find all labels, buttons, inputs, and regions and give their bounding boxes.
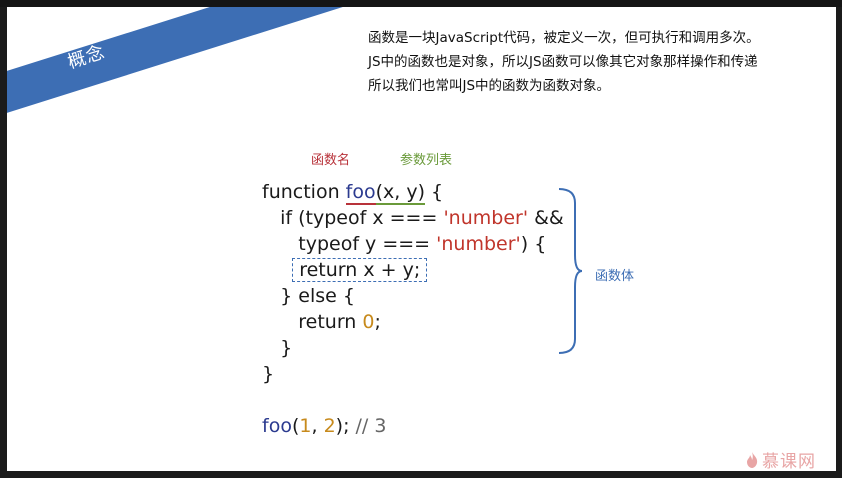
- code-token: } else {: [280, 285, 355, 307]
- code-token: );: [335, 415, 350, 437]
- return-highlight-box: return x + y;: [292, 258, 428, 282]
- code-line: }: [262, 335, 564, 361]
- code-token: ;: [374, 311, 381, 333]
- code-token: {: [425, 181, 444, 203]
- code-token: ,: [311, 415, 324, 437]
- code-line: return 0;: [262, 309, 564, 335]
- function-body-annotation: 函数体: [595, 269, 635, 284]
- function-name-annotation: 函数名: [311, 153, 351, 168]
- watermark-text: 慕课网: [762, 452, 816, 471]
- code-token: }: [262, 363, 275, 385]
- function-body-brace: [558, 188, 583, 354]
- code-line: foo(1, 2); // 3: [262, 413, 564, 439]
- code-token: return: [298, 311, 363, 333]
- code-block: function foo(x, y) { if (typeof x === 'n…: [262, 179, 564, 439]
- code-line: typeof y === 'number') {: [262, 231, 564, 257]
- intro-line: JS中的函数也是对象，所以JS函数可以像其它对象那样操作和传递: [368, 54, 758, 70]
- intro-text: 函数是一块JavaScript代码，被定义一次，但可执行和调用多次。 JS中的函…: [368, 26, 760, 98]
- keyword: function: [262, 181, 346, 203]
- code-token: if (typeof x ===: [280, 207, 444, 229]
- string-literal: 'number': [443, 207, 529, 229]
- flame-icon: [747, 451, 758, 468]
- string-literal: 'number': [436, 233, 521, 255]
- param-list: (x, y): [375, 181, 426, 205]
- slide: 概念 函数是一块JavaScript代码，被定义一次，但可执行和调用多次。 JS…: [7, 7, 836, 471]
- top-frame-bar: [0, 0, 842, 7]
- code-line: function foo(x, y) {: [262, 179, 564, 205]
- code-token: ) {: [520, 233, 547, 255]
- code-line: }: [262, 361, 564, 387]
- function-call-name: foo: [262, 415, 292, 437]
- watermark-logo: 慕课网: [745, 447, 816, 471]
- intro-line: 所以我们也常叫JS中的函数为函数对象。: [368, 78, 611, 94]
- code-token: }: [280, 337, 293, 359]
- number-literal: 0: [362, 311, 375, 333]
- code-comment: // 3: [349, 415, 387, 437]
- number-literal: 2: [323, 415, 336, 437]
- code-line: return x + y;: [262, 257, 564, 283]
- intro-line: 函数是一块JavaScript代码，被定义一次，但可执行和调用多次。: [368, 30, 760, 46]
- code-line: } else {: [262, 283, 564, 309]
- function-name: foo: [345, 181, 376, 205]
- code-token: typeof y ===: [298, 233, 437, 255]
- title-banner: [7, 7, 350, 132]
- code-line: if (typeof x === 'number' &&: [262, 205, 564, 231]
- number-literal: 1: [299, 415, 312, 437]
- param-list-annotation: 参数列表: [400, 153, 453, 168]
